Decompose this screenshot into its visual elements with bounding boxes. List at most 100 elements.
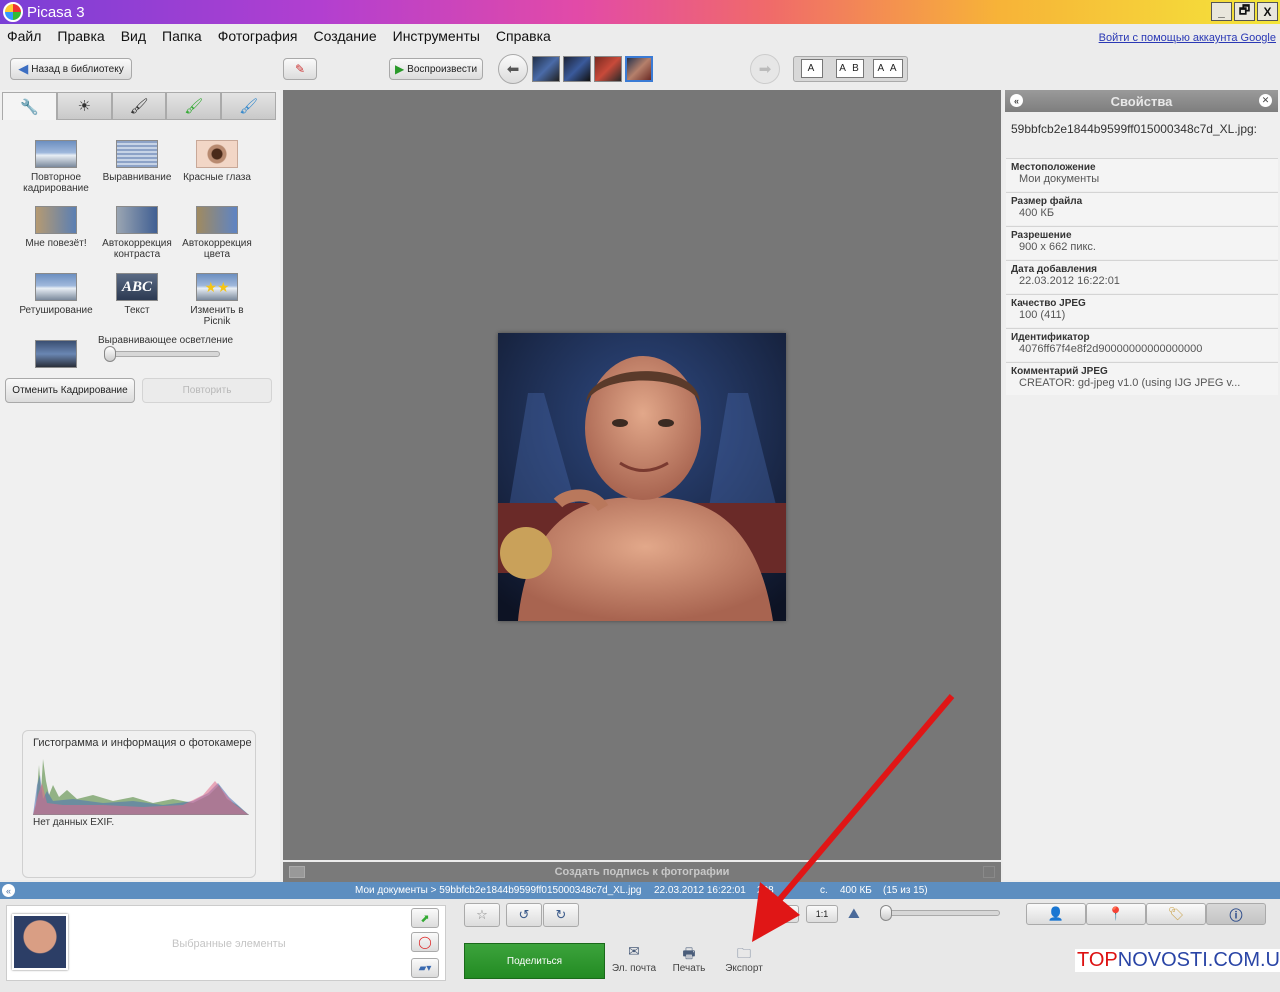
caption-mode-a[interactable]: A — [801, 59, 823, 78]
status-date: 22.03.2012 16:22:01 — [654, 885, 746, 896]
picasa-logo-icon — [3, 2, 23, 22]
crop-tool[interactable]: Повторное кадрирование — [16, 140, 96, 194]
menu-view[interactable]: Вид — [121, 28, 146, 44]
auto-contrast-tool[interactable]: Автокоррекция контраста — [97, 206, 177, 260]
menu-folder[interactable]: Папка — [162, 28, 202, 44]
menu-tools[interactable]: Инструменты — [393, 28, 480, 44]
property-row: Комментарий JPEG CREATOR: gd-jpeg v1.0 (u… — [1006, 362, 1278, 395]
picnik-tool[interactable]: ★★ Изменить в Picnik — [177, 273, 257, 327]
close-panel-icon[interactable]: ✕ — [1259, 94, 1272, 107]
filmstrip-thumb-4-selected[interactable] — [625, 56, 653, 82]
hold-button[interactable]: ⬈ — [411, 908, 439, 928]
properties-panel: « Свойства ✕ 59bbfcb2e1844b9599ff0150003… — [1003, 90, 1280, 880]
export-button[interactable]: 🗀 Экспорт — [719, 943, 769, 974]
fill-light-slider[interactable] — [104, 351, 220, 357]
text-tool-label: Текст — [124, 305, 150, 316]
sun-icon: ☀ — [77, 98, 91, 115]
caption-mode-aa[interactable]: A A — [873, 59, 903, 78]
window-title: Picasa 3 — [27, 3, 85, 21]
caption-toggle-icon[interactable] — [289, 866, 305, 878]
play-slideshow-button[interactable]: ▶ Воспроизвести — [389, 58, 483, 80]
property-key: Местоположение — [1011, 162, 1096, 173]
clear-button[interactable]: ◯ — [411, 932, 439, 952]
feeling-lucky-label: Мне повезёт! — [25, 238, 87, 249]
play-label: Воспроизвести — [407, 63, 478, 75]
envelope-icon: ✉ — [628, 943, 640, 959]
property-row: Местоположение Мои документы — [1006, 158, 1278, 191]
auto-color-tool[interactable]: Автокоррекция цвета — [177, 206, 257, 260]
collapse-left-icon[interactable]: « — [1010, 94, 1023, 107]
menu-photo[interactable]: Фотография — [218, 28, 298, 44]
tab-basic-fixes[interactable]: 🔧 — [2, 92, 57, 120]
info-icon: ⓘ — [1229, 907, 1243, 923]
tags-button[interactable]: 🏷 — [1146, 903, 1206, 925]
filmstrip-thumb-1[interactable] — [532, 56, 560, 82]
menu-edit[interactable]: Правка — [57, 28, 104, 44]
back-to-library-label: Назад в библиотеку — [31, 63, 124, 75]
email-button[interactable]: ✉ Эл. почта — [609, 943, 659, 974]
caption-mode-ab[interactable]: A B — [836, 59, 864, 78]
people-button[interactable]: 👤 — [1026, 903, 1086, 925]
previous-photo-button[interactable]: ⬅ — [498, 54, 528, 84]
property-value: Мои документы — [1019, 173, 1100, 185]
feeling-lucky-tool[interactable]: Мне повезёт! — [16, 206, 96, 249]
places-button[interactable]: 📍 — [1086, 903, 1146, 925]
zoom-slider-knob[interactable] — [880, 905, 892, 921]
property-key: Комментарий JPEG — [1011, 366, 1108, 377]
minimize-button[interactable]: _ — [1211, 2, 1232, 21]
property-row: Дата добавления 22.03.2012 16:22:01 — [1006, 260, 1278, 293]
retouch-tool[interactable]: Ретуширование — [16, 273, 96, 316]
properties-title: Свойства — [1110, 93, 1173, 109]
rotate-right-button[interactable]: ↻ — [543, 903, 579, 927]
tab-effects-2[interactable]: 🖌 — [166, 92, 222, 120]
actual-size-button[interactable]: 1:1 — [806, 905, 838, 923]
close-button[interactable]: X — [1257, 2, 1278, 21]
google-signin-link[interactable]: Войти с помощью аккаунта Google — [1099, 32, 1276, 44]
tab-effects-3[interactable]: 🖌 — [221, 92, 276, 120]
menu-create[interactable]: Создание — [313, 28, 376, 44]
share-button[interactable]: Поделиться — [464, 943, 605, 979]
menu-help[interactable]: Справка — [496, 28, 551, 44]
tray-thumbnail[interactable] — [12, 914, 68, 970]
fill-light-slider-knob[interactable] — [104, 346, 116, 362]
edit-tags-button[interactable]: ✎ — [283, 58, 317, 80]
collapse-tray-icon[interactable]: « — [2, 884, 15, 897]
toolbar: ◀ Назад в библиотеку ✎ ▶ Воспроизвести ⬅… — [0, 50, 1280, 88]
rotate-left-button[interactable]: ↺ — [506, 903, 542, 927]
text-tool[interactable]: ABC Текст — [97, 273, 177, 316]
back-to-library-button[interactable]: ◀ Назад в библиотеку — [10, 58, 132, 80]
undo-crop-button[interactable]: Отменить Кадрирование — [5, 378, 135, 403]
next-photo-button[interactable]: ➡ — [750, 54, 780, 84]
info-button[interactable]: ⓘ — [1206, 903, 1266, 925]
brush-blue-icon: 🖌 — [239, 98, 259, 115]
maximize-button[interactable]: 🗗 — [1234, 2, 1255, 21]
trash-icon[interactable] — [983, 866, 995, 878]
tab-tuning[interactable]: ☀ — [56, 92, 112, 120]
tag-icon: 🏷 — [1167, 906, 1185, 921]
boxer-photo-image — [498, 333, 786, 621]
redo-label: Повторить — [182, 385, 232, 396]
star-button[interactable]: ☆ — [464, 903, 500, 927]
rotate-right-icon: ↻ — [555, 907, 567, 922]
add-to-album-button[interactable]: ▰▾ — [411, 958, 439, 978]
property-value: CREATOR: gd-jpeg v1.0 (using IJG JPEG v.… — [1019, 377, 1241, 389]
filmstrip-thumb-2[interactable] — [563, 56, 591, 82]
photo-tray: Выбранные элементы ⬈ ◯ ▰▾ ☆ ↺ ↻ Поделить… — [0, 899, 1280, 992]
redeye-tool[interactable]: Красные глаза — [177, 140, 257, 183]
property-row: Размер файла 400 КБ — [1006, 192, 1278, 225]
caption-bar[interactable]: Создать подпись к фотографии — [283, 862, 1001, 882]
zoom-slider[interactable] — [884, 910, 1000, 916]
main-photo[interactable] — [498, 333, 786, 621]
straighten-tool[interactable]: Выравнивание — [97, 140, 177, 183]
property-value: 22.03.2012 16:22:01 — [1019, 275, 1120, 287]
tab-effects-1[interactable]: 🖌 — [111, 92, 167, 120]
filmstrip-thumb-3[interactable] — [594, 56, 622, 82]
share-label: Поделиться — [506, 955, 563, 967]
map-pin-icon: 📍 — [1107, 906, 1125, 921]
selection-tray[interactable]: Выбранные элементы ⬈ ◯ ▰▾ — [6, 905, 446, 981]
print-button[interactable]: 🖶 Печать — [664, 943, 714, 974]
export-label: Экспорт — [725, 963, 763, 974]
menu-file[interactable]: Файл — [7, 28, 41, 44]
title-bar: Picasa 3 _ 🗗 X — [0, 0, 1280, 24]
fit-view-button[interactable]: ▭ — [771, 905, 799, 923]
